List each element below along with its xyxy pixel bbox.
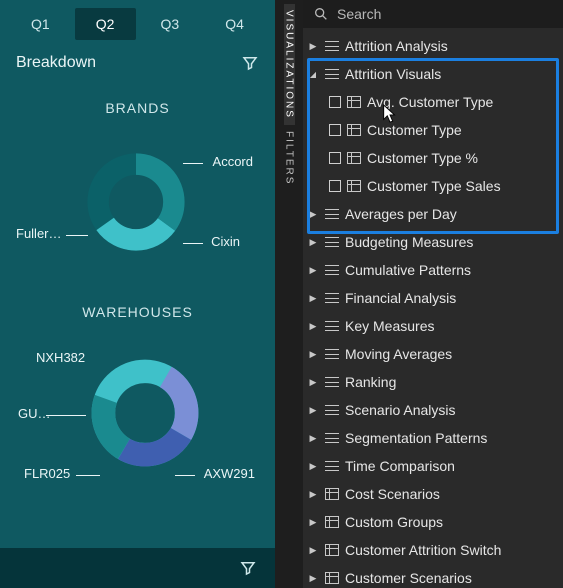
tree-item[interactable]: ▶Attrition Analysis	[303, 32, 563, 60]
wh-label-1: GU…	[18, 406, 51, 421]
tree-item-label: Segmentation Patterns	[345, 430, 487, 446]
tree-item-label: Cost Scenarios	[345, 486, 440, 502]
filter-icon-bottom[interactable]	[239, 559, 257, 577]
brands-heading: BRANDS	[0, 100, 275, 116]
fields-tree: ▶Attrition Analysis◢Attrition Visuals Avg…	[303, 28, 563, 588]
brand-label-fuller: Fuller…	[16, 226, 62, 241]
tree-item[interactable]: ▶Moving Averages	[303, 340, 563, 368]
tree-item-label: Time Comparison	[345, 458, 455, 474]
tab-q1[interactable]: Q1	[10, 8, 71, 40]
warehouses-heading: WAREHOUSES	[0, 304, 275, 320]
tree-item-label: Ranking	[345, 374, 396, 390]
wh-label-0: NXH382	[36, 350, 85, 365]
wh-label-2: FLR025	[24, 466, 70, 481]
tree-item[interactable]: ▶Customer Attrition Switch	[303, 536, 563, 564]
tree-item-label: Custom Groups	[345, 514, 443, 530]
tree-item[interactable]: ▶Budgeting Measures	[303, 228, 563, 256]
side-rail: VISUALIZATIONS FILTERS	[275, 0, 303, 588]
warehouses-donut: NXH382 GU… FLR025 AXW291	[0, 326, 275, 526]
checkbox[interactable]	[329, 152, 341, 164]
tree-item[interactable]: ▶Segmentation Patterns	[303, 424, 563, 452]
search-box[interactable]: Search	[303, 0, 563, 28]
checkbox[interactable]	[329, 180, 341, 192]
checkbox[interactable]	[329, 96, 341, 108]
tree-item[interactable]: ◢Attrition Visuals	[303, 60, 563, 88]
checkbox[interactable]	[329, 124, 341, 136]
tree-item[interactable]: ▶Scenario Analysis	[303, 396, 563, 424]
tab-q2[interactable]: Q2	[75, 8, 136, 40]
quarter-tabs: Q1Q2Q3Q4	[0, 0, 275, 46]
tree-item[interactable]: ▶Averages per Day	[303, 200, 563, 228]
tree-item-label: Customer Scenarios	[345, 570, 472, 586]
tree-field[interactable]: Customer Type	[303, 116, 563, 144]
tree-field-label: Customer Type %	[367, 150, 478, 166]
search-icon	[313, 6, 329, 22]
tree-item[interactable]: ▶Time Comparison	[303, 452, 563, 480]
filter-icon[interactable]	[241, 54, 259, 72]
tree-field[interactable]: Customer Type Sales	[303, 172, 563, 200]
tree-field-label: Customer Type Sales	[367, 178, 501, 194]
tree-item[interactable]: ▶Custom Groups	[303, 508, 563, 536]
tree-item-label: Financial Analysis	[345, 290, 456, 306]
brands-donut: Accord Cixin Fuller…	[0, 122, 275, 282]
tree-item-label: Attrition Visuals	[345, 66, 441, 82]
tab-q4[interactable]: Q4	[204, 8, 265, 40]
tree-item-label: Customer Attrition Switch	[345, 542, 501, 558]
tree-item[interactable]: ▶Customer Scenarios	[303, 564, 563, 588]
bottom-bar	[0, 548, 275, 588]
search-placeholder: Search	[337, 6, 381, 22]
tree-item-label: Averages per Day	[345, 206, 457, 222]
tree-item[interactable]: ▶Ranking	[303, 368, 563, 396]
tab-q3[interactable]: Q3	[140, 8, 201, 40]
tree-item-label: Cumulative Patterns	[345, 262, 471, 278]
tree-item[interactable]: ▶Key Measures	[303, 312, 563, 340]
brand-label-accord: Accord	[213, 154, 253, 169]
breakdown-title: Breakdown	[16, 54, 96, 72]
tree-item[interactable]: ▶Cumulative Patterns	[303, 256, 563, 284]
breakdown-pane: Q1Q2Q3Q4 Breakdown BRANDS Accord Cixin F…	[0, 0, 275, 588]
tree-field[interactable]: Customer Type %	[303, 144, 563, 172]
tree-field-label: Customer Type	[367, 122, 462, 138]
fields-pane: VISUALIZATIONS FILTERS Search ▶Attrition…	[275, 0, 563, 588]
tree-item-label: Budgeting Measures	[345, 234, 473, 250]
rail-visualizations[interactable]: VISUALIZATIONS	[284, 4, 295, 125]
tree-field-label: Avg. Customer Type	[367, 94, 493, 110]
tree-item[interactable]: ▶Cost Scenarios	[303, 480, 563, 508]
tree-item-label: Key Measures	[345, 318, 434, 334]
tree-item-label: Attrition Analysis	[345, 38, 448, 54]
tree-item-label: Scenario Analysis	[345, 402, 456, 418]
brand-label-cixin: Cixin	[211, 234, 240, 249]
tree-item[interactable]: ▶Financial Analysis	[303, 284, 563, 312]
tree-field[interactable]: Avg. Customer Type	[303, 88, 563, 116]
wh-label-3: AXW291	[204, 466, 255, 481]
tree-item-label: Moving Averages	[345, 346, 452, 362]
rail-filters[interactable]: FILTERS	[284, 125, 295, 191]
